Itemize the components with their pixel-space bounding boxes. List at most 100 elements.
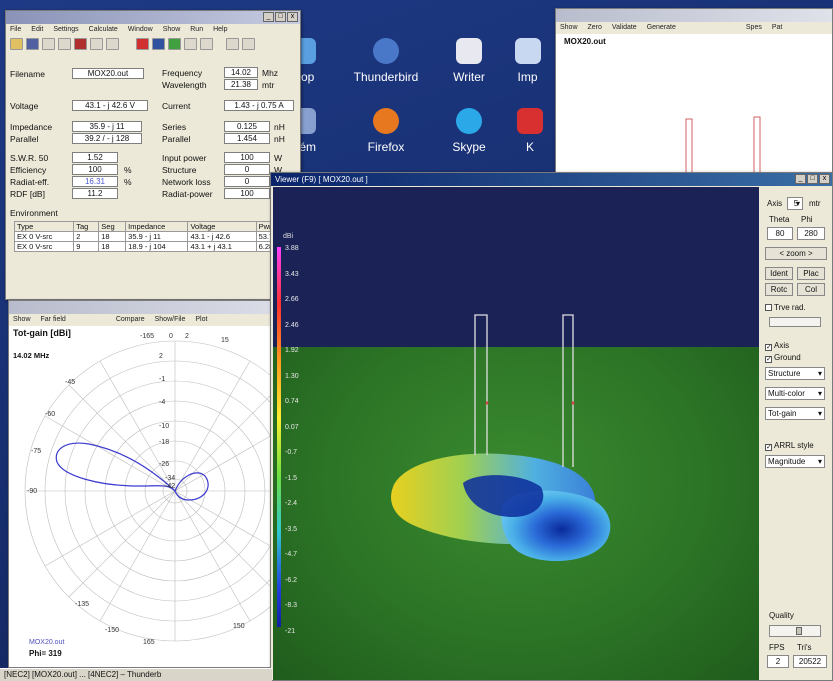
menu-show[interactable]: Show <box>560 24 578 32</box>
ident-button[interactable]: Ident <box>765 267 793 280</box>
zoom-out-button[interactable]: < <box>779 249 784 258</box>
magnitude-select[interactable]: Magnitude <box>765 455 825 468</box>
true-rad-checkbox[interactable]: Trve rad. <box>765 303 806 312</box>
menu-edit[interactable]: Edit <box>31 26 43 34</box>
zoom-in-button[interactable]: > <box>808 249 813 258</box>
phi-input[interactable]: 280 <box>797 227 825 240</box>
geometry-window-titlebar[interactable] <box>556 9 832 22</box>
gain-select[interactable]: Tot-gain <box>765 407 825 420</box>
menu-generate[interactable]: Generate <box>647 24 676 32</box>
ring-label: -34 <box>165 475 175 482</box>
structure-field: 0 <box>224 164 270 175</box>
k-icon <box>517 108 543 134</box>
wavelength-unit: mtr <box>262 80 275 90</box>
axis-length-input[interactable]: 5 <box>787 197 803 210</box>
viewer-control-panel: Axis 5 mtr Theta Phi 80 280 < zoom > Ide… <box>761 187 832 680</box>
open-icon[interactable] <box>10 38 23 50</box>
wire-icon[interactable] <box>42 38 55 50</box>
taskbar-items[interactable]: [NEC2] [MOX20.out] ... [4NEC2] – Thunder… <box>4 670 161 679</box>
col-button[interactable]: Col <box>797 283 825 296</box>
checkbox-checked-icon: ✓ <box>765 444 772 451</box>
run-icon[interactable] <box>136 38 149 50</box>
arrow-icon[interactable] <box>200 38 213 50</box>
ground-checkbox[interactable]: ✓ Ground <box>765 353 801 363</box>
printer-icon[interactable] <box>226 38 239 50</box>
viewer-window-titlebar[interactable]: Viewer (F9) [ MOX20.out ] _ □ x <box>271 173 832 186</box>
menu-plot[interactable]: Plot <box>195 316 207 324</box>
minimize-icon[interactable]: _ <box>263 12 274 22</box>
table-row[interactable]: EX 0 V-src 2 18 35.9 - j 11 43.1 - j 42.… <box>13 231 300 242</box>
table-cell: 2 <box>73 231 100 242</box>
taskbar: [NEC2] [MOX20.out] ... [4NEC2] – Thunder… <box>0 668 272 681</box>
desktop-icon-label: Imp <box>517 70 538 84</box>
zoom-label: zoom <box>786 249 806 258</box>
sigma-icon[interactable] <box>58 38 71 50</box>
viewer-window: Viewer (F9) [ MOX20.out ] _ □ x dBi 3.88… <box>270 172 833 681</box>
filename-label: Filename <box>10 69 45 79</box>
structure-select[interactable]: Structure <box>765 367 825 380</box>
edit-icon[interactable] <box>90 38 103 50</box>
desktop-icon-skype[interactable]: Skype <box>428 108 510 154</box>
menu-help[interactable]: Help <box>213 26 227 34</box>
maximize-icon[interactable]: □ <box>807 174 818 184</box>
help-icon[interactable] <box>242 38 255 50</box>
desktop-icon-impress[interactable]: Imp <box>500 38 555 84</box>
clock-icon[interactable] <box>106 38 119 50</box>
save-icon[interactable] <box>26 38 39 50</box>
grid-icon[interactable] <box>168 38 181 50</box>
menu-zero[interactable]: Zero <box>588 24 602 32</box>
angle-label: -150 <box>105 627 119 634</box>
arrl-style-checkbox[interactable]: ✓ ARRL style <box>765 441 814 451</box>
efficiency-field: 100 <box>72 164 118 175</box>
quality-slider[interactable] <box>769 625 821 637</box>
environment-label: Environment <box>10 208 58 218</box>
menu-window[interactable]: Window <box>128 26 153 34</box>
rotc-button[interactable]: Rotc <box>765 283 793 296</box>
arrl-style-label: ARRL style <box>774 441 814 450</box>
axis-checkbox[interactable]: ✓ Axis <box>765 341 789 351</box>
polar-grid <box>24 340 272 642</box>
menu-show-file[interactable]: Show/File <box>155 316 186 324</box>
zoom-control[interactable]: < zoom > <box>765 247 827 260</box>
desktop-icon-k[interactable]: K <box>505 108 555 154</box>
menu-show[interactable]: Show <box>13 316 31 324</box>
rad-slider[interactable] <box>769 317 821 327</box>
desktop-icon-firefox[interactable]: Firefox <box>345 108 427 154</box>
color-select[interactable]: Multi-color <box>765 387 825 400</box>
menu-validate[interactable]: Validate <box>612 24 637 32</box>
menu-calculate[interactable]: Calculate <box>89 26 118 34</box>
menu-pat[interactable]: Pat <box>772 24 783 32</box>
desktop-icon-label: Writer <box>453 70 485 84</box>
menu-show[interactable]: Show <box>163 26 181 34</box>
minimize-icon[interactable]: _ <box>795 174 806 184</box>
menu-compare[interactable]: Compare <box>116 316 145 324</box>
menu-far-field[interactable]: Far field <box>41 316 66 324</box>
network-loss-label: Network loss <box>162 177 211 187</box>
table-cell: 9 <box>73 241 100 252</box>
desktop-icon-thunderbird[interactable]: Thunderbird <box>345 38 427 84</box>
pattern-icon[interactable] <box>152 38 165 50</box>
maximize-icon[interactable]: □ <box>275 12 286 22</box>
frequency-field[interactable]: 14.02 <box>224 67 258 78</box>
main-menu: File Edit Settings Calculate Window Show… <box>6 24 300 36</box>
close-icon[interactable]: x <box>287 12 298 22</box>
menu-run[interactable]: Run <box>190 26 203 34</box>
plac-button[interactable]: Plac <box>797 267 825 280</box>
quality-slider-thumb[interactable] <box>796 627 802 635</box>
desktop-icon-writer[interactable]: Writer <box>428 38 510 84</box>
viewer-viewport[interactable]: dBi 3.88 3.43 2.66 2.46 1.92 1.30 0.74 0… <box>273 187 759 680</box>
menu-settings[interactable]: Settings <box>53 26 78 34</box>
desktop-icon-label: Firefox <box>367 140 405 154</box>
chart-icon[interactable] <box>184 38 197 50</box>
tris-value: 20522 <box>793 655 827 668</box>
fps-label: FPS <box>769 643 785 652</box>
table-row[interactable]: EX 0 V-src 9 18 18.9 - j 104 43.1 + j 43… <box>13 241 300 252</box>
polar-window-titlebar[interactable] <box>9 301 272 314</box>
menu-file[interactable]: File <box>10 26 21 34</box>
calc-icon[interactable] <box>74 38 87 50</box>
theta-input[interactable]: 80 <box>767 227 793 240</box>
close-icon[interactable]: x <box>819 174 830 184</box>
checkbox-checked-icon: ✓ <box>765 344 772 351</box>
main-window-titlebar[interactable]: _ □ x <box>6 11 300 24</box>
menu-spes[interactable]: Spes <box>746 24 762 32</box>
